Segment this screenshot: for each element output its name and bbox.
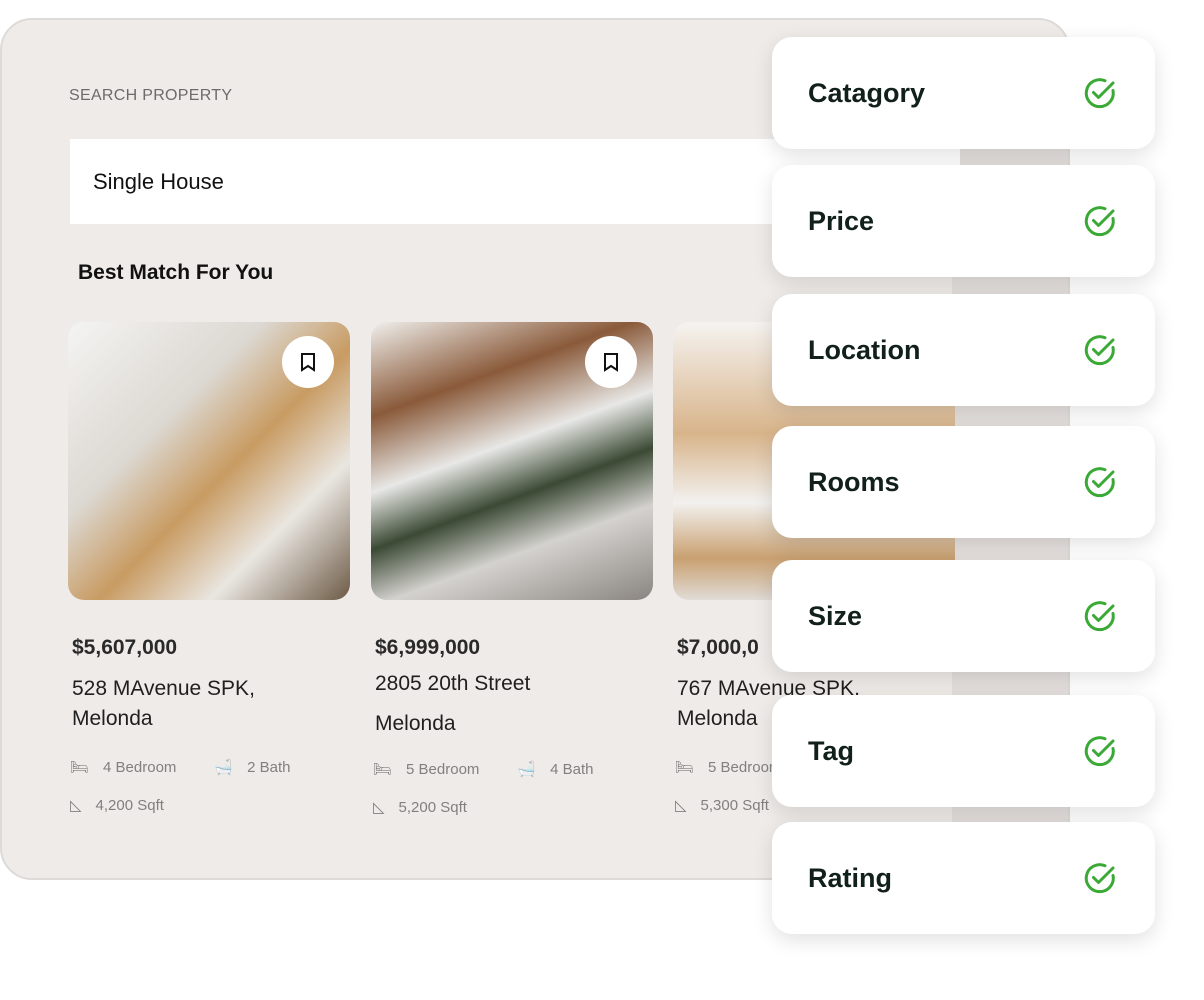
bedrooms: 🛏 5 Bedroom	[373, 760, 480, 779]
check-circle-icon[interactable]	[1083, 333, 1117, 367]
bedrooms: 🛏 4 Bedroom	[70, 758, 177, 777]
listing-price: $6,999,000	[375, 636, 481, 659]
ruler-triangle-icon: ◺	[675, 797, 687, 814]
filter-label: Location	[808, 334, 921, 365]
check-circle-icon[interactable]	[1083, 734, 1117, 768]
filter-size[interactable]: Size	[772, 560, 1155, 672]
listing-address: 528 MAvenue SPK, Melonda	[72, 677, 255, 730]
bookmark-icon	[301, 353, 315, 372]
baths-value: 2 Bath	[247, 758, 291, 776]
bed-icon: 🛏	[373, 761, 393, 778]
bookmark-icon	[604, 353, 618, 372]
filter-rooms[interactable]: Rooms	[772, 426, 1155, 538]
size: ◺ 5,200 Sqft	[373, 798, 653, 817]
bedrooms-value: 5 Bedroom	[406, 760, 480, 778]
bath-icon: 🛁	[214, 759, 234, 776]
baths-value: 4 Bath	[550, 760, 594, 778]
filter-catagory[interactable]: Catagory	[772, 37, 1155, 149]
bed-icon: 🛏	[70, 759, 90, 776]
filter-location[interactable]: Location	[772, 294, 1155, 406]
size-value: 5,200 Sqft	[398, 798, 467, 816]
filter-label: Rating	[808, 862, 892, 893]
filter-label: Catagory	[808, 77, 926, 108]
ruler-triangle-icon: ◺	[70, 797, 82, 814]
filter-tag[interactable]: Tag	[772, 695, 1155, 807]
filter-label: Size	[808, 600, 863, 631]
bedrooms-value: 5 Bedroom	[708, 758, 782, 776]
ruler-triangle-icon: ◺	[373, 799, 385, 816]
filter-rating[interactable]: Rating	[772, 822, 1155, 934]
listing-card[interactable]: $5,607,000 528 MAvenue SPK, Melonda 🛏 4 B…	[68, 322, 350, 814]
filter-price[interactable]: Price	[772, 165, 1155, 277]
check-circle-icon[interactable]	[1083, 599, 1117, 633]
baths: 🛁 4 Bath	[517, 760, 594, 779]
bath-icon: 🛁	[517, 761, 537, 778]
check-circle-icon[interactable]	[1083, 465, 1117, 499]
filter-label: Rooms	[808, 466, 900, 497]
listing-card[interactable]: $6,999,000 2805 20th Street Melonda 🛏 5 B…	[371, 322, 653, 816]
listing-address: 2805 20th Street Melonda	[375, 672, 531, 735]
bookmark-button[interactable]	[585, 336, 637, 388]
check-circle-icon[interactable]	[1083, 76, 1117, 110]
listing-image	[68, 322, 350, 600]
size-value: 5,300 Sqft	[700, 796, 769, 814]
bedrooms-value: 4 Bedroom	[103, 758, 177, 776]
baths: 🛁 2 Bath	[214, 758, 291, 777]
size-value: 4,200 Sqft	[95, 796, 164, 814]
search-label: SEARCH PROPERTY	[69, 87, 233, 104]
bedrooms: 🛏 5 Bedroom	[675, 758, 782, 777]
listing-image	[371, 322, 653, 600]
check-circle-icon[interactable]	[1083, 861, 1117, 895]
size: ◺ 4,200 Sqft	[70, 796, 350, 815]
bed-icon: 🛏	[675, 759, 695, 776]
listing-price: $5,607,000	[72, 636, 178, 659]
check-circle-icon[interactable]	[1083, 204, 1117, 238]
filter-label: Price	[808, 205, 875, 236]
filter-label: Tag	[808, 735, 854, 766]
section-heading: Best Match For You	[78, 261, 274, 284]
bookmark-button[interactable]	[282, 336, 334, 388]
